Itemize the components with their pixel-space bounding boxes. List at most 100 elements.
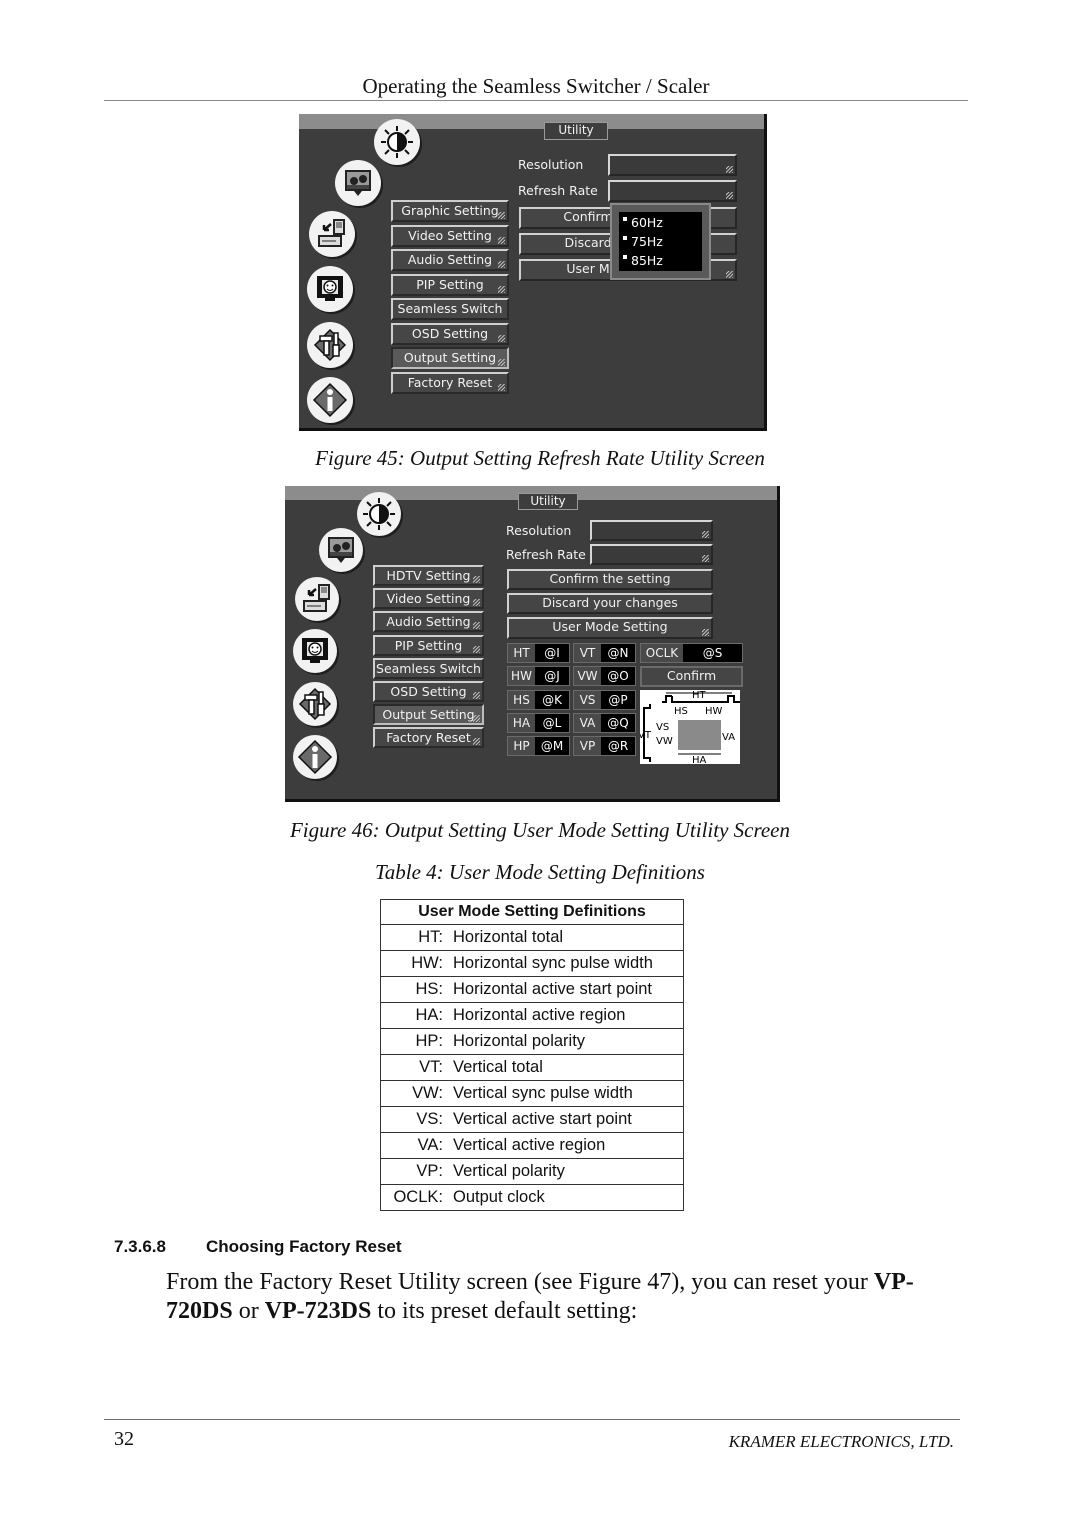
menu-item-label: PIP Setting — [394, 637, 463, 653]
info-icon[interactable] — [307, 377, 353, 423]
body-text-or: or — [232, 1298, 265, 1324]
info-icon[interactable] — [293, 735, 337, 779]
menu-item-graphic-setting[interactable]: Graphic Setting — [391, 200, 509, 222]
diagram-label-ht: HT — [692, 690, 707, 701]
param-value[interactable]: @J — [535, 667, 569, 686]
table-row: VS: Vertical active start point — [380, 1106, 684, 1133]
oclk-value[interactable]: @S — [683, 644, 742, 662]
discard-changes-button[interactable]: Discard your changes — [507, 593, 713, 614]
table-row: HW: Horizontal sync pulse width — [380, 950, 684, 977]
input-icon[interactable] — [295, 577, 339, 621]
abbreviation-cell: VT: — [380, 1054, 453, 1081]
menu-item-video-setting[interactable]: Video Setting — [391, 224, 509, 247]
osd-edge — [764, 114, 767, 431]
menu-item-osd-setting[interactable]: OSD Setting — [373, 681, 484, 702]
geometry-icon[interactable] — [293, 629, 337, 673]
user-mode-label: User Mode Setting — [552, 619, 668, 634]
oclk-field[interactable]: OCLK @S — [640, 643, 743, 663]
utility-tab[interactable]: Utility — [518, 493, 578, 510]
param-value[interactable]: @M — [535, 737, 569, 756]
param-value[interactable]: @P — [601, 690, 635, 709]
refresh-rate-field[interactable] — [590, 544, 713, 565]
header-rule — [104, 100, 968, 101]
resolution-field[interactable] — [590, 520, 713, 541]
dropdown-option-85hz[interactable]: 85Hz — [623, 253, 663, 268]
menu-item-factory-reset[interactable]: Factory Reset — [373, 727, 484, 749]
menu-item-audio-setting[interactable]: Audio Setting — [373, 611, 484, 633]
param-value[interactable]: @L — [535, 713, 569, 732]
abbreviation-cell: HW: — [380, 950, 453, 977]
menu-item-hdtv-setting[interactable]: HDTV Setting — [373, 565, 484, 586]
param-ht-field[interactable]: HT @I — [507, 643, 570, 663]
param-value[interactable]: @K — [535, 690, 569, 709]
model-name-2: VP-723DS — [264, 1298, 372, 1324]
param-va-field[interactable]: VA @Q — [573, 712, 636, 733]
definition-cell: Horizontal polarity — [453, 1028, 684, 1055]
dropdown-option-60hz[interactable]: 60Hz — [623, 215, 663, 230]
abbreviation-cell: HS: — [380, 976, 453, 1003]
definition-cell: Horizontal sync pulse width — [453, 950, 684, 977]
menu-item-audio-setting[interactable]: Audio Setting — [391, 249, 509, 271]
refresh-rate-dropdown[interactable]: 60Hz 75Hz 85Hz — [610, 203, 711, 280]
param-vs-field[interactable]: VS @P — [573, 689, 636, 710]
param-key: HP — [508, 737, 535, 756]
picture-icon[interactable] — [319, 528, 363, 572]
menu-item-seamless-switch[interactable]: Seamless Switch — [391, 298, 509, 320]
resolution-label: Resolution — [518, 157, 584, 172]
tools-icon[interactable] — [307, 322, 353, 368]
menu-item-output-setting[interactable]: Output Setting — [373, 704, 484, 726]
brightness-icon[interactable] — [374, 119, 420, 165]
diagram-label-hs: HS — [674, 706, 688, 717]
confirm-setting-button[interactable]: Confirm the setting — [507, 569, 713, 590]
menu-item-output-setting[interactable]: Output Setting — [391, 347, 509, 369]
menu-item-label: Audio Setting — [407, 252, 493, 267]
running-header: Operating the Seamless Switcher / Scaler — [362, 74, 710, 98]
param-key: HS — [508, 690, 535, 709]
param-value[interactable]: @Q — [601, 713, 635, 732]
definition-cell: Vertical total — [453, 1054, 684, 1081]
menu-item-factory-reset[interactable]: Factory Reset — [391, 371, 509, 394]
resize-grip-icon — [498, 212, 505, 219]
input-icon[interactable] — [309, 211, 355, 257]
menu-item-osd-setting[interactable]: OSD Setting — [391, 322, 509, 345]
param-value[interactable]: @N — [601, 644, 635, 662]
definition-cell: Vertical polarity — [453, 1158, 684, 1185]
table-row: VP: Vertical polarity — [380, 1158, 684, 1185]
table-row: HS: Horizontal active start point — [380, 976, 684, 1003]
resolution-field[interactable] — [608, 154, 737, 176]
menu-item-seamless-switch[interactable]: Seamless Switch — [373, 657, 484, 679]
param-value[interactable]: @R — [601, 737, 635, 756]
menu-item-pip-setting[interactable]: PIP Setting — [391, 273, 509, 296]
diagram-label-vw: VW — [656, 736, 673, 747]
tools-icon[interactable] — [293, 682, 337, 726]
abbreviation-cell: VA: — [380, 1132, 453, 1159]
menu-item-label: Seamless Switch — [376, 660, 481, 676]
abbreviation-cell: VW: — [380, 1080, 453, 1107]
param-value[interactable]: @I — [535, 644, 569, 662]
menu-item-label: PIP Setting — [416, 276, 484, 292]
user-mode-definitions-table: User Mode Setting Definitions HT: Horizon… — [380, 899, 684, 1211]
param-hw-field[interactable]: HW @J — [507, 666, 570, 687]
param-vp-field[interactable]: VP @R — [573, 736, 636, 757]
picture-icon[interactable] — [335, 160, 381, 206]
refresh-rate-field[interactable] — [608, 180, 737, 202]
param-vw-field[interactable]: VW @O — [573, 666, 636, 687]
param-value[interactable]: @O — [601, 667, 635, 686]
dropdown-option-75hz[interactable]: 75Hz — [623, 234, 663, 249]
user-mode-setting-button[interactable]: User Mode Setting — [507, 617, 713, 639]
param-vt-field[interactable]: VT @N — [573, 643, 636, 663]
abbreviation-cell: HA: — [380, 1002, 453, 1029]
user-mode-confirm-button[interactable]: Confirm — [640, 666, 743, 687]
geometry-icon[interactable] — [307, 266, 353, 312]
brightness-icon[interactable] — [357, 492, 401, 536]
menu-item-video-setting[interactable]: Video Setting — [373, 588, 484, 610]
utility-tab[interactable]: Utility — [544, 122, 608, 140]
param-ha-field[interactable]: HA @L — [507, 712, 570, 733]
param-key: VW — [574, 667, 601, 686]
figure-46-osd-screen: Utility Resolution Refresh Rate Confirm … — [285, 486, 780, 802]
menu-item-label: Factory Reset — [407, 374, 493, 390]
table-row: HP: Horizontal polarity — [380, 1028, 684, 1055]
menu-item-pip-setting[interactable]: PIP Setting — [373, 634, 484, 656]
param-hp-field[interactable]: HP @M — [507, 736, 570, 757]
param-hs-field[interactable]: HS @K — [507, 689, 570, 710]
